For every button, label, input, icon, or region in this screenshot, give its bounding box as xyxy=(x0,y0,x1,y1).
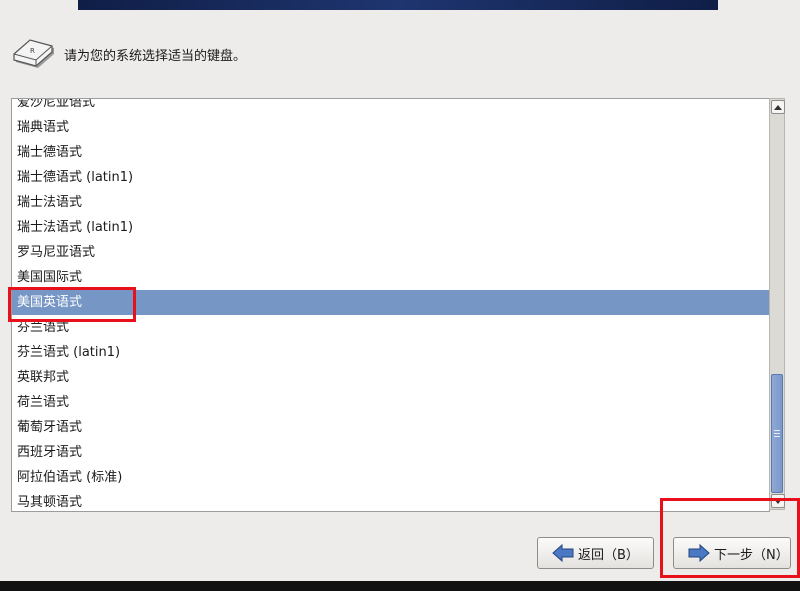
keyboard-prompt: 请为您的系统选择适当的键盘。 xyxy=(64,48,247,64)
list-item[interactable]: 马其顿语式 xyxy=(12,490,769,511)
scroll-down-button[interactable] xyxy=(771,494,785,508)
back-button[interactable]: 返回（B） xyxy=(537,537,654,569)
list-item[interactable]: 瑞士法语式 xyxy=(12,190,769,215)
arrow-left-icon xyxy=(552,544,574,562)
chevron-down-icon xyxy=(774,498,782,504)
list-item[interactable]: 荷兰语式 xyxy=(12,390,769,415)
scroll-thumb[interactable] xyxy=(771,374,783,493)
arrow-right-icon xyxy=(688,544,710,562)
back-button-label: 返回（B） xyxy=(578,547,639,563)
next-button[interactable]: 下一步（N） xyxy=(673,537,791,569)
list-item[interactable]: 英联邦式 xyxy=(12,365,769,390)
list-item[interactable]: 瑞士法语式 (latin1) xyxy=(12,215,769,240)
grip-icon xyxy=(774,430,780,437)
bottom-bar xyxy=(0,581,800,591)
list-item[interactable]: 罗马尼亚语式 xyxy=(12,240,769,265)
list-item[interactable]: 瑞士德语式 xyxy=(12,140,769,165)
list-item-selected[interactable]: 美国英语式 xyxy=(12,290,769,315)
list-item[interactable]: 阿拉伯语式 (标准) xyxy=(12,465,769,490)
list-item[interactable]: 爱沙尼亚语式 xyxy=(12,99,769,115)
keyboard-list-rows: 爱沙尼亚语式 瑞典语式 瑞士德语式 瑞士德语式 (latin1) 瑞士法语式 瑞士法语式 … xyxy=(12,99,769,511)
list-item[interactable]: 芬兰语式 (latin1) xyxy=(12,340,769,365)
keyboard-list[interactable]: 爱沙尼亚语式 瑞典语式 瑞士德语式 瑞士德语式 (latin1) 瑞士法语式 瑞士法语式 … xyxy=(11,98,770,512)
list-item[interactable]: 葡萄牙语式 xyxy=(12,415,769,440)
svg-text:R: R xyxy=(30,47,35,55)
header: R 请为您的系统选择适当的键盘。 xyxy=(12,38,246,70)
top-banner xyxy=(78,0,718,10)
list-scrollbar[interactable] xyxy=(769,98,785,510)
list-item[interactable]: 瑞士德语式 (latin1) xyxy=(12,165,769,190)
list-item[interactable]: 芬兰语式 xyxy=(12,315,769,340)
scroll-up-button[interactable] xyxy=(771,100,785,114)
keyboard-key-icon: R xyxy=(13,39,54,68)
chevron-up-icon xyxy=(774,104,782,110)
list-item[interactable]: 西班牙语式 xyxy=(12,440,769,465)
list-item[interactable]: 瑞典语式 xyxy=(12,115,769,140)
next-button-label: 下一步（N） xyxy=(714,547,789,563)
list-item[interactable]: 美国国际式 xyxy=(12,265,769,290)
